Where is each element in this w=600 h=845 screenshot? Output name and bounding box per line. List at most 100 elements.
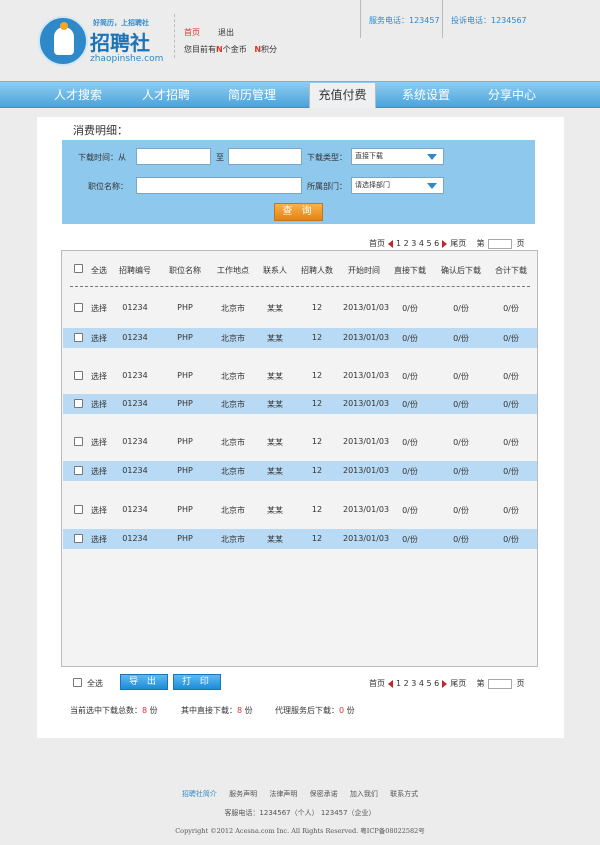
footer-copyright: Copyright ©2012 Acesna.com Inc. All Righ… <box>175 827 425 835</box>
prev-page-icon[interactable] <box>388 679 393 688</box>
row-select-checkbox[interactable] <box>74 333 83 342</box>
cell-count: 12 <box>311 505 323 514</box>
pager-first-link[interactable]: 首页 <box>369 679 385 688</box>
footer-links: 招聘社简介 服务声明 法律声明 保密承诺 加入我们 联系方式 <box>0 789 600 799</box>
header: 好简历，上招聘社 招聘社 zhaopinshe.com 首页 退出 您目前有N个… <box>0 0 600 80</box>
cell-direct: 0/份 <box>402 372 418 381</box>
nav-system-settings[interactable]: 系统设置 <box>378 82 474 109</box>
footer-link-legal[interactable]: 法律声明 <box>269 790 297 798</box>
main-panel: 消费明细： 下载时间：从 至 下载类型： 直接下载 职位名称： 所属部门： 请选… <box>37 117 564 738</box>
filter-panel: 下载时间：从 至 下载类型： 直接下载 职位名称： 所属部门： 请选择部门 查 … <box>62 140 535 224</box>
table-row: 选择 01234 PHP 北京市 某某 12 2013/01/03 0/份 0/份 0/份 <box>63 328 537 348</box>
query-button[interactable]: 查 询 <box>274 203 323 221</box>
cell-contact: 某某 <box>267 304 283 313</box>
cell-location: 北京市 <box>221 535 245 544</box>
cell-confirmed: 0/份 <box>453 535 469 544</box>
row-select-checkbox[interactable] <box>74 505 83 514</box>
date-to-input[interactable] <box>228 148 302 165</box>
cell-location: 北京市 <box>221 372 245 381</box>
cell-location: 北京市 <box>221 400 245 409</box>
cell-confirmed: 0/份 <box>453 506 469 515</box>
footer-link-service[interactable]: 服务声明 <box>229 790 257 798</box>
site-logo[interactable]: 好简历，上招聘社 招聘社 zhaopinshe.com <box>38 14 178 70</box>
table-row: 选择 01234 PHP 北京市 某某 12 2013/01/03 0/份 0/份 0/份 <box>63 394 537 414</box>
cell-position: PHP <box>177 437 193 446</box>
next-page-icon[interactable] <box>442 239 448 248</box>
cell-id: 01234 <box>122 437 148 446</box>
cell-total: 0/份 <box>503 304 519 313</box>
position-input[interactable] <box>136 177 302 194</box>
cell-confirmed: 0/份 <box>453 372 469 381</box>
table-header: 全选 招聘编号 职位名称 工作地点 联系人 招聘人数 开始时间 直接下载 确认后… <box>70 251 530 287</box>
pager-last-link[interactable]: 尾页 <box>450 679 466 688</box>
print-button[interactable]: 打 印 <box>173 674 221 690</box>
download-type-select[interactable]: 直接下载 <box>351 148 444 165</box>
cell-id: 01234 <box>122 371 148 380</box>
row-select-label: 选择 <box>91 467 107 476</box>
cell-count: 12 <box>311 534 323 543</box>
pager-first-link[interactable]: 首页 <box>369 239 385 248</box>
export-button[interactable]: 导 出 <box>120 674 168 690</box>
cell-id: 01234 <box>122 399 148 408</box>
footer-link-contact[interactable]: 联系方式 <box>390 790 418 798</box>
select-all-checkbox[interactable] <box>74 264 83 273</box>
cell-confirmed: 0/份 <box>453 467 469 476</box>
row-select-label: 选择 <box>91 438 107 447</box>
cell-location: 北京市 <box>221 438 245 447</box>
date-from-input[interactable] <box>136 148 211 165</box>
cell-direct: 0/份 <box>402 467 418 476</box>
pager-bottom: 首页 1 2 3 4 5 6 尾页 第 页 <box>369 678 524 689</box>
page-number-input[interactable] <box>488 678 513 689</box>
row-select-checkbox[interactable] <box>74 371 83 380</box>
cell-start: 2013/01/03 <box>343 303 390 312</box>
nav-talent-search[interactable]: 人才搜索 <box>30 82 126 109</box>
cell-total: 0/份 <box>503 535 519 544</box>
logout-link[interactable]: 退出 <box>218 27 234 38</box>
page-number-input[interactable] <box>488 238 513 249</box>
bottom-select-all-checkbox[interactable] <box>73 678 82 687</box>
cell-location: 北京市 <box>221 506 245 515</box>
pager-pages[interactable]: 1 2 3 4 5 6 <box>396 239 439 248</box>
position-label: 职位名称： <box>88 182 128 191</box>
home-link[interactable]: 首页 <box>184 27 200 38</box>
nav-share-center[interactable]: 分享中心 <box>464 82 560 109</box>
prev-page-icon[interactable] <box>388 239 393 248</box>
cell-total: 0/份 <box>503 400 519 409</box>
row-select-checkbox[interactable] <box>74 303 83 312</box>
row-select-label: 选择 <box>91 400 107 409</box>
cell-confirmed: 0/份 <box>453 400 469 409</box>
cell-id: 01234 <box>122 333 148 342</box>
department-select[interactable]: 请选择部门 <box>351 177 444 194</box>
page-suffix: 页 <box>516 679 525 688</box>
cell-start: 2013/01/03 <box>343 333 390 342</box>
next-page-icon[interactable] <box>442 679 448 688</box>
cell-direct: 0/份 <box>402 506 418 515</box>
row-select-label: 选择 <box>91 535 107 544</box>
account-balance: 您目前有N个金币 N积分 <box>184 44 277 55</box>
cell-count: 12 <box>311 437 323 446</box>
nav-resume-management[interactable]: 简历管理 <box>204 82 300 109</box>
row-select-checkbox[interactable] <box>74 437 83 446</box>
cell-location: 北京市 <box>221 304 245 313</box>
cell-start: 2013/01/03 <box>343 534 390 543</box>
table-row: 选择 01234 PHP 北京市 某某 12 2013/01/03 0/份 0/份 0/份 <box>63 495 537 525</box>
select-all-label: 全选 <box>91 266 107 275</box>
balance-prefix: 您目前有 <box>184 45 216 54</box>
cell-confirmed: 0/份 <box>453 334 469 343</box>
footer-link-privacy[interactable]: 保密承诺 <box>310 790 338 798</box>
pager-top: 首页 1 2 3 4 5 6 尾页 第 页 <box>369 238 524 249</box>
cell-start: 2013/01/03 <box>343 437 390 446</box>
row-select-checkbox[interactable] <box>74 466 83 475</box>
nav-recruitment[interactable]: 人才招聘 <box>118 82 214 109</box>
pager-pages[interactable]: 1 2 3 4 5 6 <box>396 679 439 688</box>
cell-position: PHP <box>177 303 193 312</box>
nav-recharge-payment[interactable]: 充值付费 <box>309 83 376 108</box>
col-header-contact: 联系人 <box>263 266 287 275</box>
pager-last-link[interactable]: 尾页 <box>450 239 466 248</box>
total-value: 8 <box>142 706 148 715</box>
cell-position: PHP <box>177 505 193 514</box>
footer-link-join[interactable]: 加入我们 <box>350 790 378 798</box>
row-select-checkbox[interactable] <box>74 399 83 408</box>
footer-link-about[interactable]: 招聘社简介 <box>182 790 217 798</box>
row-select-checkbox[interactable] <box>74 534 83 543</box>
